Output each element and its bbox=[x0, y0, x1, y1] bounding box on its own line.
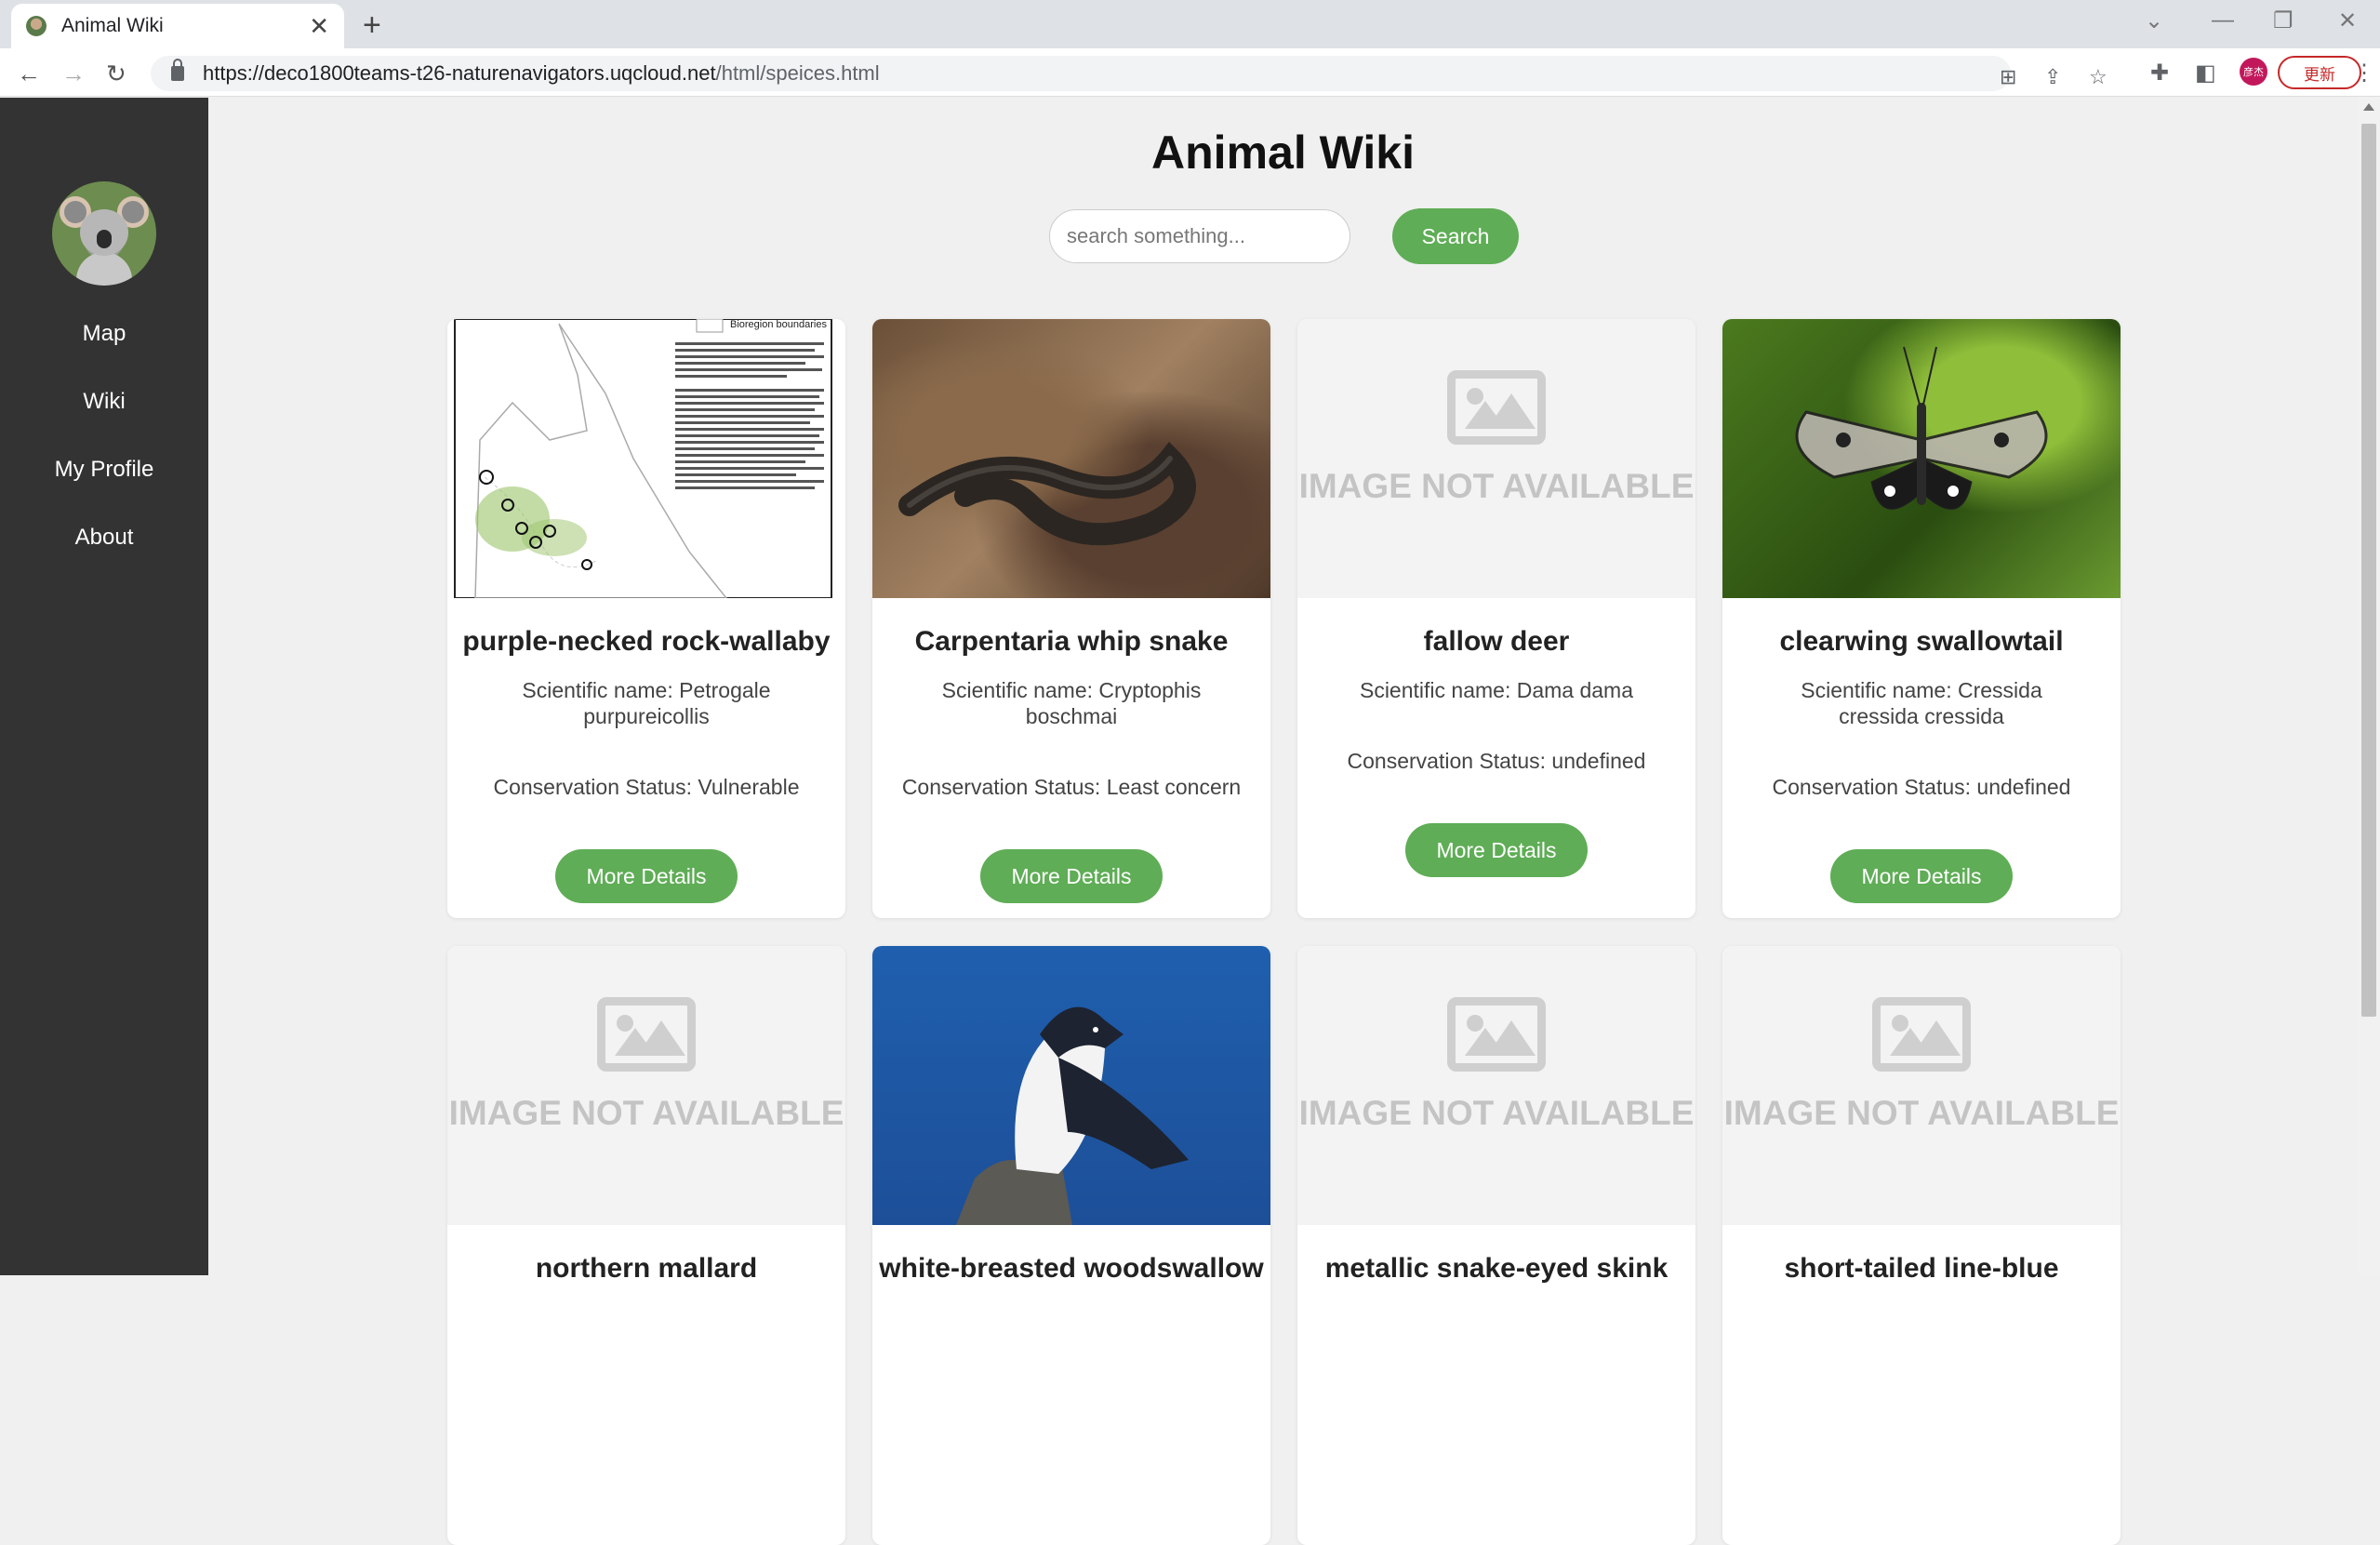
tab-title: Animal Wiki bbox=[61, 15, 164, 36]
image-not-available-label: IMAGE NOT AVAILABLE bbox=[1723, 1094, 2120, 1132]
species-name: Carpentaria whip snake bbox=[914, 626, 1229, 657]
share-icon[interactable]: ⇪ bbox=[2044, 65, 2061, 89]
image-not-available: IMAGE NOT AVAILABLE bbox=[1297, 946, 1695, 1225]
species-image-butterfly bbox=[1722, 319, 2121, 598]
sidebar-item-map[interactable]: Map bbox=[0, 321, 208, 347]
search-input[interactable] bbox=[1049, 209, 1350, 263]
sidebar: Map Wiki My Profile About bbox=[0, 98, 208, 1275]
browser-tab[interactable]: Animal Wiki ✕ bbox=[11, 4, 344, 48]
logo-body bbox=[76, 252, 132, 286]
image-placeholder-icon bbox=[1872, 997, 1971, 1072]
image-placeholder-icon bbox=[597, 997, 696, 1072]
species-card: IMAGE NOT AVAILABLE fallow deer Scientif… bbox=[1297, 319, 1695, 918]
sidebar-item-wiki[interactable]: Wiki bbox=[0, 389, 208, 415]
species-name: fallow deer bbox=[1423, 626, 1570, 657]
image-not-available-label: IMAGE NOT AVAILABLE bbox=[1298, 467, 1695, 505]
species-card: IMAGE NOT AVAILABLE metallic snake-eyed … bbox=[1297, 946, 1695, 1545]
species-card: clearwing swallowtail Scientific name: C… bbox=[1722, 319, 2121, 918]
more-details-button[interactable]: More Details bbox=[980, 849, 1163, 903]
restore-icon[interactable]: ❐ bbox=[2273, 7, 2294, 34]
map-legend-label: Bioregion boundaries bbox=[730, 319, 827, 330]
image-not-available-label: IMAGE NOT AVAILABLE bbox=[1298, 1094, 1695, 1132]
search-button[interactable]: Search bbox=[1392, 208, 1519, 264]
species-name: metallic snake-eyed skink bbox=[1324, 1253, 1669, 1284]
distribution-map-graphic bbox=[454, 319, 832, 598]
back-icon[interactable]: ← bbox=[17, 60, 41, 88]
species-card: Carpentaria whip snake Scientific name: … bbox=[872, 319, 1270, 918]
sidebar-item-my-profile[interactable]: My Profile bbox=[0, 457, 208, 483]
url-text: https://deco1800teams-t26-naturenavigato… bbox=[203, 61, 880, 85]
new-tab-icon[interactable]: + bbox=[363, 7, 381, 44]
main-content: Animal Wiki Search bbox=[208, 98, 2358, 1545]
image-not-available: IMAGE NOT AVAILABLE bbox=[1722, 946, 2121, 1225]
minimize-icon[interactable]: — bbox=[2212, 7, 2234, 33]
scientific-name: Scientific name: Cressida cressida cress… bbox=[1801, 678, 2042, 728]
snake-photo-graphic bbox=[898, 442, 1196, 546]
more-details-button[interactable]: More Details bbox=[555, 849, 738, 903]
site-favicon-icon bbox=[26, 16, 47, 36]
browser-tab-bar: Animal Wiki ✕ + ⌄ — ❐ ✕ bbox=[0, 0, 2380, 48]
page-scrollbar[interactable] bbox=[2358, 98, 2380, 1275]
koala-logo[interactable] bbox=[52, 181, 156, 286]
more-details-button[interactable]: More Details bbox=[1830, 849, 2013, 903]
scientific-name: Scientific name: Dama dama bbox=[1359, 678, 1633, 702]
species-image-bird bbox=[872, 946, 1270, 1225]
image-not-available-label: IMAGE NOT AVAILABLE bbox=[448, 1094, 844, 1132]
scrollbar-thumb[interactable] bbox=[2361, 124, 2376, 1017]
scroll-up-arrow-icon[interactable] bbox=[2363, 103, 2374, 111]
translate-icon[interactable]: ⊞ bbox=[2000, 65, 2016, 89]
species-card: Bioregion boundaries purple-necked rock-… bbox=[447, 319, 845, 918]
species-name: clearwing swallowtail bbox=[1779, 626, 2064, 657]
species-image-distribution-map: Bioregion boundaries bbox=[447, 319, 845, 598]
species-name: purple-necked rock-wallaby bbox=[462, 626, 831, 657]
update-label: 更新 bbox=[2304, 65, 2335, 84]
bird-photo-graphic bbox=[956, 1006, 1189, 1225]
profile-avatar[interactable]: 彦杰 bbox=[2240, 58, 2267, 86]
species-name: short-tailed line-blue bbox=[1784, 1253, 2059, 1284]
species-card: white-breasted woodswallow bbox=[872, 946, 1270, 1545]
sidebar-item-about[interactable]: About bbox=[0, 525, 208, 551]
image-placeholder-icon bbox=[1447, 997, 1546, 1072]
image-placeholder-icon bbox=[1447, 370, 1546, 445]
butterfly-photo-graphic bbox=[1795, 346, 2048, 510]
update-button[interactable]: 更新 bbox=[2278, 56, 2361, 89]
species-card: IMAGE NOT AVAILABLE short-tailed line-bl… bbox=[1722, 946, 2121, 1545]
close-window-icon[interactable]: ✕ bbox=[2338, 7, 2357, 34]
extensions-icon[interactable]: ✚ bbox=[2150, 60, 2169, 87]
image-not-available: IMAGE NOT AVAILABLE bbox=[447, 946, 845, 1225]
more-details-button[interactable]: More Details bbox=[1405, 823, 1588, 877]
species-name: northern mallard bbox=[535, 1253, 758, 1284]
conservation-status: Conservation Status: undefined bbox=[1347, 749, 1646, 773]
scientific-name: Scientific name: Cryptophis boschmai bbox=[941, 678, 1202, 728]
conservation-status: Conservation Status: Least concern bbox=[901, 775, 1242, 799]
species-image-snake bbox=[872, 319, 1270, 598]
image-not-available: IMAGE NOT AVAILABLE bbox=[1297, 319, 1695, 598]
conservation-status: Conservation Status: Vulnerable bbox=[493, 775, 800, 799]
close-tab-icon[interactable]: ✕ bbox=[309, 12, 329, 41]
address-bar[interactable]: https://deco1800teams-t26-naturenavigato… bbox=[151, 56, 2107, 91]
scientific-name: Scientific name: Petrogale purpureicolli… bbox=[522, 678, 771, 728]
tab-search-icon[interactable]: ⌄ bbox=[2145, 7, 2163, 34]
browser-toolbar: ← → ↻ https://deco1800teams-t26-naturena… bbox=[0, 48, 2380, 97]
page-title: Animal Wiki bbox=[1151, 127, 1415, 179]
side-panel-icon[interactable]: ◧ bbox=[2195, 60, 2216, 87]
logo-nose bbox=[97, 230, 112, 248]
forward-icon[interactable]: → bbox=[61, 60, 86, 88]
reload-icon[interactable]: ↻ bbox=[106, 60, 126, 88]
conservation-status: Conservation Status: undefined bbox=[1772, 775, 2071, 799]
lock-icon[interactable] bbox=[171, 59, 184, 81]
bookmark-star-icon[interactable]: ☆ bbox=[2089, 65, 2107, 89]
species-name: white-breasted woodswallow bbox=[879, 1253, 1264, 1284]
species-card: IMAGE NOT AVAILABLE northern mallard bbox=[447, 946, 845, 1545]
